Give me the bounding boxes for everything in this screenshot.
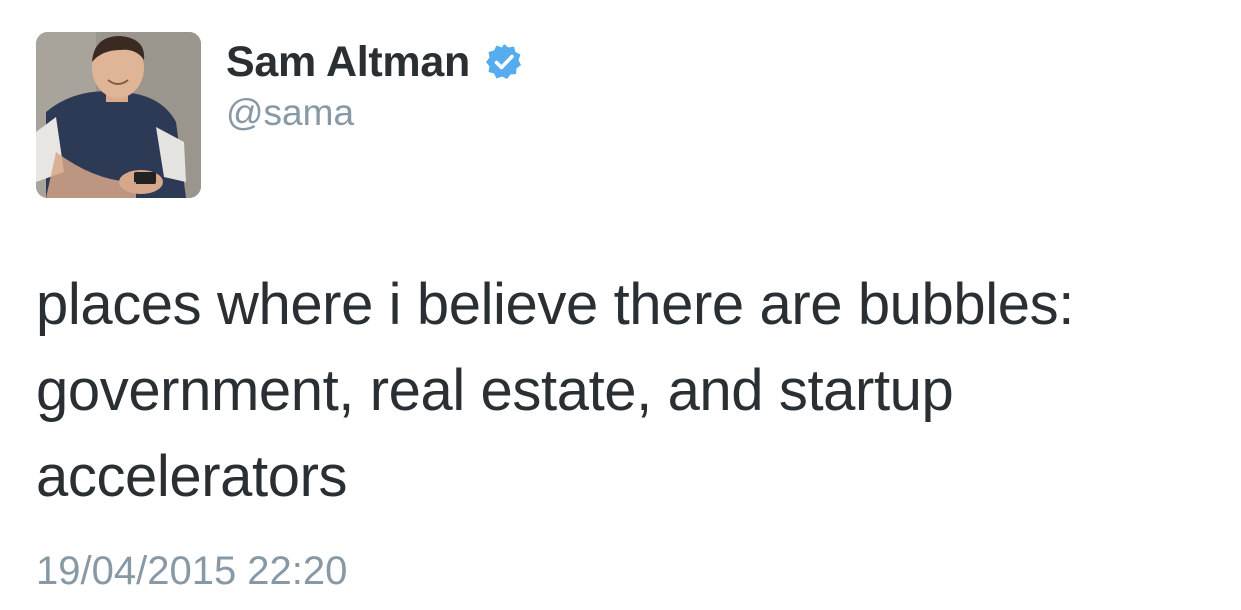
author-handle[interactable]: @sama <box>226 90 354 136</box>
tweet-text-line: accelerators <box>36 444 348 509</box>
author-display-name[interactable]: Sam Altman <box>226 36 470 88</box>
tweet-timestamp[interactable]: 19/04/2015 22:20 <box>36 546 347 596</box>
tweet-text-line: government, real estate, and startup <box>36 358 954 423</box>
tweet-card: Sam Altman @sama places where i believe … <box>0 0 1241 610</box>
avatar-photo-icon <box>36 32 201 198</box>
tweet-text-line: places where i believe there are bubbles… <box>36 272 1074 337</box>
author-name-row: Sam Altman <box>226 36 524 88</box>
avatar[interactable] <box>36 32 201 198</box>
tweet-text: places where i believe there are bubbles… <box>36 262 1216 520</box>
verified-badge-icon <box>484 42 524 82</box>
